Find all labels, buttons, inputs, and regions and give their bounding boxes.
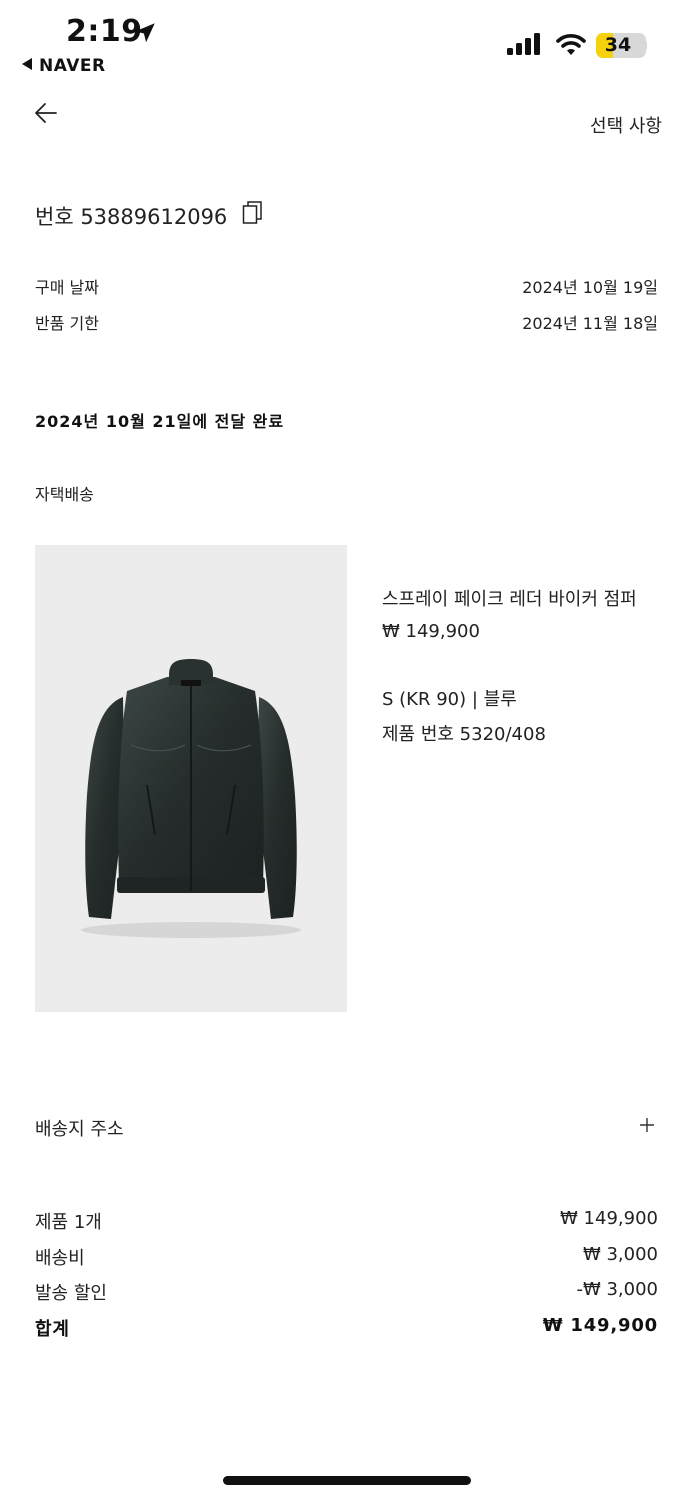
- back-triangle-icon: [22, 58, 32, 70]
- return-deadline-label: 반품 기한: [35, 314, 99, 333]
- product-price: ₩ 149,900: [382, 621, 480, 642]
- copy-icon[interactable]: [242, 200, 264, 226]
- shipping-method: 자택배송: [35, 485, 94, 504]
- shipping-fee-value: ₩ 3,000: [582, 1244, 658, 1265]
- return-deadline-value: 2024년 11월 18일: [522, 314, 658, 333]
- shipping-discount-label: 발송 할인: [35, 1283, 107, 1304]
- options-button[interactable]: 선택 사항: [590, 112, 662, 138]
- battery-percent: 34: [604, 34, 632, 56]
- back-to-app-link[interactable]: NAVER: [22, 56, 106, 76]
- battery-cap: [644, 41, 647, 50]
- order-number: 번호 53889612096: [35, 205, 228, 229]
- shipping-address-label: 배송지 주소: [35, 1119, 124, 1140]
- product-name[interactable]: 스프레이 페이크 레더 바이커 점퍼: [382, 585, 637, 611]
- total-label: 합계: [35, 1319, 70, 1340]
- jacket-illustration: [81, 659, 301, 938]
- shipping-fee-label: 배송비: [35, 1248, 85, 1269]
- shipping-address-toggle[interactable]: 배송지 주소: [35, 1105, 658, 1145]
- purchase-date-label: 구매 날짜: [35, 278, 99, 297]
- total-value: ₩ 149,900: [542, 1315, 658, 1336]
- back-arrow-icon[interactable]: [32, 98, 62, 128]
- items-count-label: 제품 1개: [35, 1212, 102, 1233]
- plus-icon: [640, 1118, 654, 1132]
- wifi-icon: [556, 34, 586, 55]
- location-arrow-icon: [135, 23, 155, 43]
- product-reference: 제품 번호 5320/408: [382, 724, 546, 745]
- battery-indicator: 34: [596, 33, 646, 58]
- back-app-label: NAVER: [39, 56, 106, 76]
- home-indicator[interactable]: [223, 1476, 471, 1485]
- order-detail-screen: 2:19 NAVER 34 선택 사항 번호 53889612096 구매 날짜…: [0, 0, 693, 1500]
- cellular-signal-icon: [507, 33, 540, 55]
- shipping-discount-value: -₩ 3,000: [576, 1279, 658, 1300]
- items-subtotal: ₩ 149,900: [560, 1208, 658, 1229]
- delivery-status: 2024년 10월 21일에 전달 완료: [35, 412, 285, 431]
- product-variant: S (KR 90) | 블루: [382, 689, 517, 710]
- product-image[interactable]: [35, 545, 347, 1012]
- purchase-date-value: 2024년 10월 19일: [522, 278, 658, 297]
